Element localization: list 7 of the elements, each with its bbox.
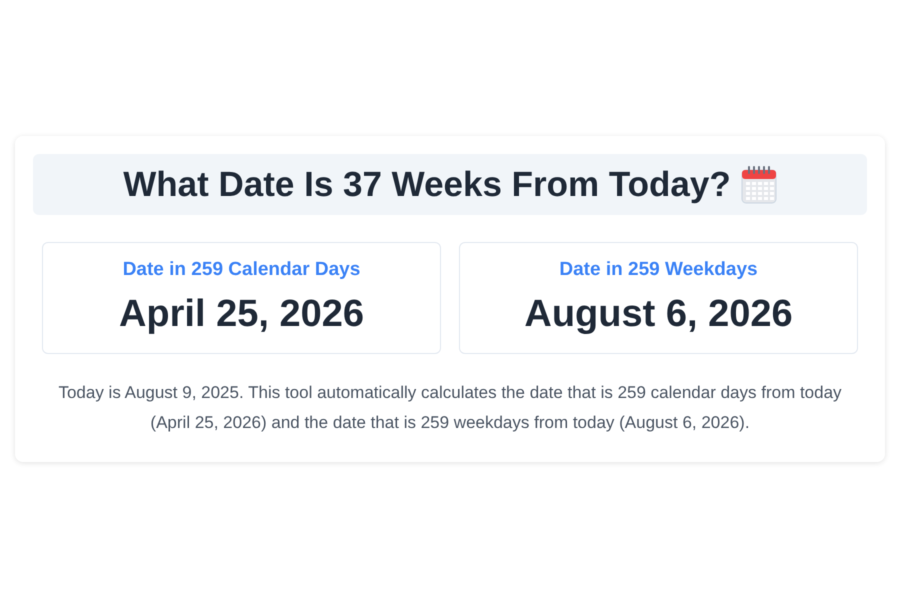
page-title: What Date Is 37 Weeks From Today? [123,164,731,204]
result-label: Date in 259 Weekdays [559,259,758,281]
result-date: August 6, 2026 [524,293,793,336]
result-label: Date in 259 Calendar Days [122,259,360,281]
calendar-icon [740,166,777,204]
description-text: Today is August 9, 2025. This tool automatically calculates the date that is 259 calendar days from today (April 25, 2026) and the date that is 259 weekdays from today (August 6, 2026). [57,382,843,434]
result-date: April 25, 2026 [118,293,364,336]
